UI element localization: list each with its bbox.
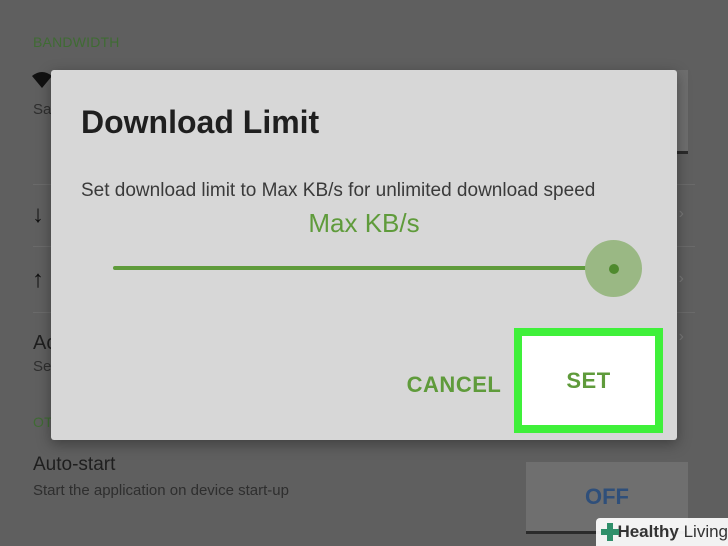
autostart-title[interactable]: Auto-start: [33, 454, 115, 476]
set-button[interactable]: SET: [522, 336, 655, 425]
autostart-toggle-label: OFF: [585, 484, 629, 509]
download-limit-slider[interactable]: [113, 266, 613, 270]
cancel-button[interactable]: CANCEL: [397, 360, 511, 410]
setting-row-subtitle: Se: [33, 358, 52, 375]
download-arrow-icon: ↓: [32, 201, 44, 228]
wifi-setting-subtitle: Sa: [33, 101, 52, 118]
slider-value-label: Max KB/s: [308, 208, 420, 238]
chevron-right-icon: ›: [678, 328, 684, 345]
slider-thumb[interactable]: [609, 264, 619, 274]
upload-arrow-icon: ↑: [32, 266, 44, 293]
chevron-right-icon: ›: [678, 270, 684, 287]
chevron-right-icon: ›: [678, 205, 684, 222]
section-header-other: OT: [33, 414, 53, 430]
autostart-subtitle: Start the application on device start-up: [33, 482, 289, 499]
watermark-text: Healthy Living: [617, 522, 728, 541]
section-header-bandwidth: BANDWIDTH: [33, 34, 120, 50]
healthy-living-watermark: Healthy Living: [596, 518, 728, 546]
plus-cross-icon: [600, 522, 620, 542]
dialog-title: Download Limit: [81, 104, 320, 140]
dialog-message: Set download limit to Max KB/s for unlim…: [81, 180, 596, 201]
